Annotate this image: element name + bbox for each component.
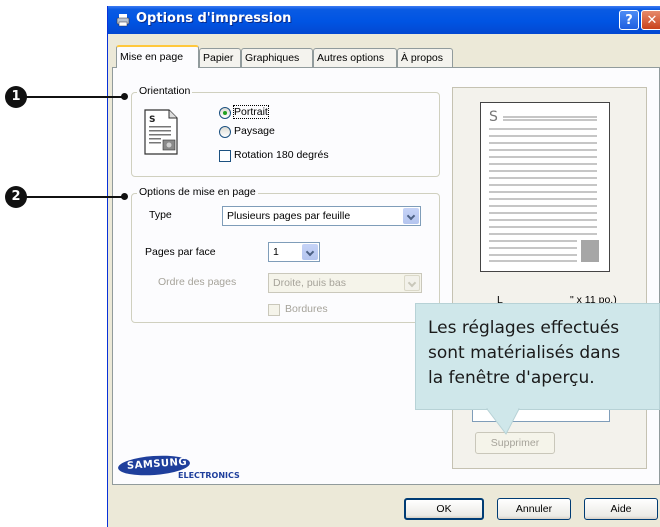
samsung-electronics-text: ELECTRONICS: [178, 471, 240, 480]
type-select-value: Plusieurs pages par feuille: [227, 210, 351, 222]
ok-button[interactable]: OK: [404, 498, 484, 520]
annotation-leader-dot-2: [121, 193, 128, 200]
page-order-label: Ordre des pages: [158, 276, 237, 288]
rotate-180-checkbox[interactable]: [219, 150, 231, 162]
layout-options-legend: Options de mise en page: [137, 186, 258, 198]
callout-pointer: [486, 408, 520, 435]
pages-per-side-value: 1: [273, 246, 279, 258]
title-bar[interactable]: Options d'impression ? ✕: [108, 6, 660, 34]
tab-mise-en-page[interactable]: Mise en page: [116, 45, 199, 68]
type-select[interactable]: Plusieurs pages par feuille: [222, 206, 421, 226]
preview-callout: Les réglages effectués sont matérialisés…: [415, 303, 660, 410]
tab-graphiques[interactable]: Graphiques: [241, 48, 313, 67]
preview-image-block: [581, 240, 599, 262]
borders-checkbox[interactable]: [268, 304, 280, 316]
window-title: Options d'impression: [136, 11, 292, 26]
portrait-orientation-icon: S: [144, 109, 178, 155]
borders-label[interactable]: Bordures: [285, 303, 328, 315]
annotation-leader-1: [26, 96, 124, 98]
cancel-button[interactable]: Annuler: [497, 498, 571, 520]
printer-icon: [116, 14, 130, 27]
callout-line-3: la fenêtre d'aperçu.: [428, 368, 595, 388]
rotate-180-label[interactable]: Rotation 180 degrés: [234, 149, 329, 161]
chevron-down-icon[interactable]: [302, 244, 318, 260]
annotation-leader-dot-1: [121, 93, 128, 100]
callout-line-1: Les réglages effectués: [428, 318, 620, 338]
pages-per-side-label: Pages par face: [145, 246, 216, 258]
close-button[interactable]: ✕: [641, 10, 660, 30]
preview-text-lines: [489, 116, 599, 262]
svg-text:S: S: [149, 115, 155, 125]
landscape-label[interactable]: Paysage: [234, 125, 275, 137]
tab-papier[interactable]: Papier: [199, 48, 241, 67]
tab-a-propos[interactable]: À propos: [397, 48, 453, 67]
orientation-legend: Orientation: [137, 85, 193, 97]
type-label: Type: [149, 209, 172, 221]
preview-page: S: [480, 102, 610, 272]
page-order-select[interactable]: Droite, puis bas: [268, 273, 422, 293]
chevron-down-icon: [404, 275, 420, 291]
portrait-label[interactable]: Portrait: [233, 105, 269, 119]
tab-autres-options[interactable]: Autres options: [313, 48, 397, 67]
landscape-radio[interactable]: [219, 126, 231, 138]
annotation-marker-2: 2: [5, 186, 27, 208]
callout-line-2: sont matérialisés dans: [428, 343, 621, 363]
chevron-down-icon[interactable]: [403, 208, 419, 224]
annotation-leader-2: [26, 196, 124, 198]
help-button[interactable]: Aide: [584, 498, 658, 520]
pages-per-side-select[interactable]: 1: [268, 242, 320, 262]
annotation-marker-1: 1: [5, 86, 27, 108]
portrait-radio[interactable]: [219, 107, 231, 119]
samsung-logo-text: SAMSUNG: [126, 456, 188, 472]
page-order-value: Droite, puis bas: [273, 277, 346, 289]
help-title-button[interactable]: ?: [619, 10, 639, 30]
